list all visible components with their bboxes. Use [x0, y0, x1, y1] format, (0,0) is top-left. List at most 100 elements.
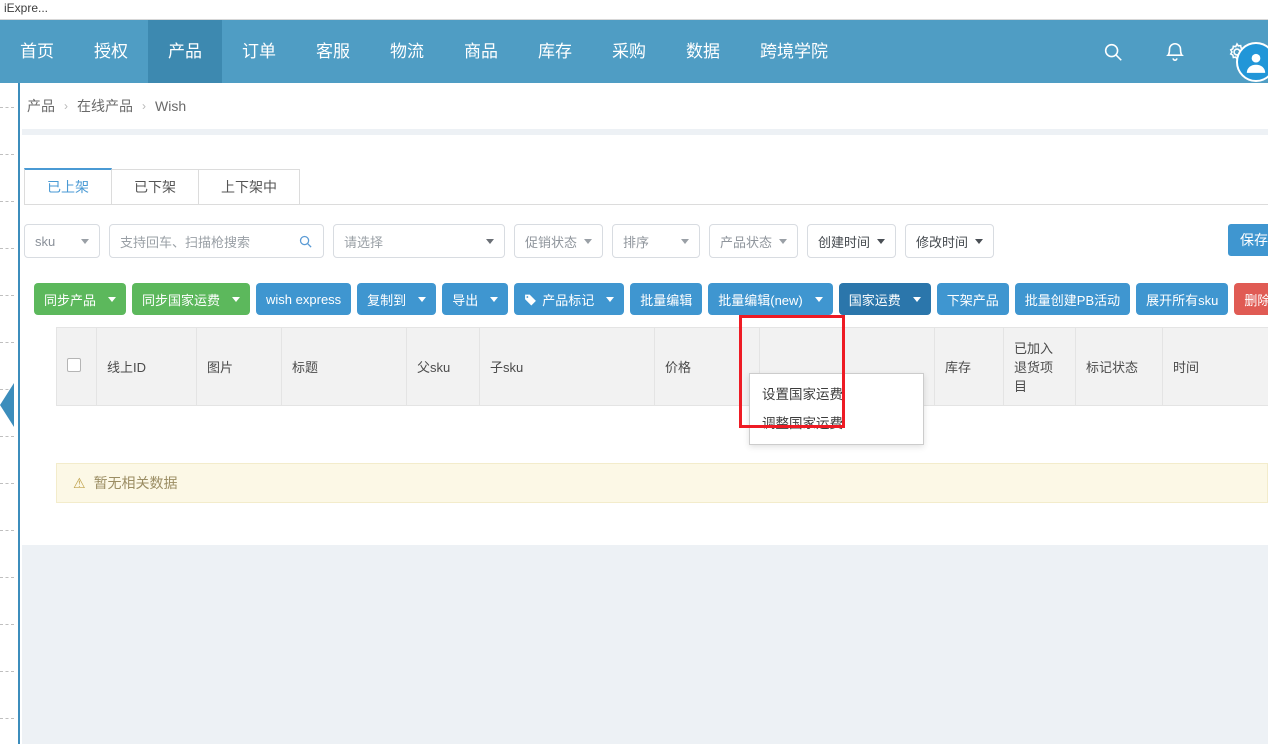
rail-dash	[0, 718, 14, 719]
chevron-down-icon	[232, 296, 241, 302]
toolbar-button-label: 复制到	[367, 292, 407, 308]
rail-dash	[0, 530, 14, 531]
modify-time-filter-label: 修改时间	[916, 234, 969, 250]
chevron-down-icon	[681, 238, 690, 244]
toolbar-button-7[interactable]: 批量编辑(new)	[708, 283, 833, 315]
sort-filter[interactable]: 排序	[612, 224, 701, 258]
search-input-placeholder: 支持回车、扫描枪搜索	[120, 234, 251, 250]
product-status-filter[interactable]: 产品状态	[709, 224, 799, 258]
table-header-cell-8: 库存	[934, 327, 1004, 406]
modify-time-filter[interactable]: 修改时间	[905, 224, 995, 258]
sidebar-collapse-arrow-icon[interactable]	[0, 383, 14, 427]
table-header-cell-4: 父sku	[406, 327, 480, 406]
nav-item-3[interactable]: 订单	[222, 20, 296, 83]
table-header-label: 价格	[665, 360, 692, 375]
toolbar-button-3[interactable]: 复制到	[357, 283, 437, 315]
nav-item-4[interactable]: 客服	[296, 20, 370, 83]
toolbar-button-1[interactable]: 同步国家运费	[132, 283, 251, 315]
search-input[interactable]: 支持回车、扫描枪搜索	[109, 224, 324, 258]
tab-2[interactable]: 上下架中	[198, 169, 300, 204]
rail-dash	[0, 671, 14, 672]
breadcrumb-item-0[interactable]: 产品	[27, 96, 55, 116]
category-select[interactable]: 请选择	[333, 224, 505, 258]
breadcrumb-item-1[interactable]: 在线产品	[77, 96, 133, 116]
chevron-down-icon	[606, 296, 615, 302]
dropdown-item-1[interactable]: 调整国家运费	[750, 409, 923, 438]
dropdown-item-0[interactable]: 设置国家运费	[750, 380, 923, 409]
search-icon[interactable]	[298, 234, 313, 249]
left-collapse-rail	[0, 83, 20, 744]
chevron-down-icon	[81, 238, 89, 244]
chevron-down-icon	[418, 296, 427, 302]
toolbar-button-8[interactable]: 国家运费	[838, 283, 931, 315]
country-shipping-dropdown-menu: 设置国家运费 调整国家运费	[749, 373, 924, 445]
chevron-down-icon	[108, 296, 117, 302]
toolbar-button-2[interactable]: wish express	[256, 283, 352, 315]
chevron-down-icon	[584, 238, 593, 244]
breadcrumb-item-2[interactable]: Wish	[155, 98, 186, 114]
toolbar-button-11[interactable]: 展开所有sku	[1136, 283, 1229, 315]
nav-item-0[interactable]: 首页	[0, 20, 74, 83]
table-header-cell-5: 子sku	[479, 327, 655, 406]
nav-item-8[interactable]: 采购	[592, 20, 666, 83]
toolbar-button-4[interactable]: 导出	[442, 283, 509, 315]
chevron-down-icon	[490, 296, 499, 302]
sort-filter-label: 排序	[623, 234, 650, 250]
toolbar-button-10[interactable]: 批量创建PB活动	[1014, 283, 1131, 315]
listing-status-tabs: 已上架 已下架 上下架中	[24, 168, 1268, 205]
tab-1[interactable]: 已下架	[111, 169, 199, 204]
nav-item-1[interactable]: 授权	[74, 20, 148, 83]
chevron-down-icon	[975, 238, 984, 244]
rail-dash	[0, 436, 14, 437]
bell-icon[interactable]	[1144, 20, 1206, 83]
nav-item-5[interactable]: 物流	[370, 20, 444, 83]
empty-state-message: ⚠ 暂无相关数据	[56, 463, 1268, 503]
toolbar-button-9[interactable]: 下架产品	[936, 283, 1009, 315]
nav-item-9[interactable]: 数据	[666, 20, 740, 83]
chevron-down-icon	[779, 238, 788, 244]
chevron-down-icon	[486, 238, 494, 244]
toolbar-button-5[interactable]: 产品标记	[514, 283, 625, 315]
action-toolbar: 同步产品 同步国家运费 wish express 复制到 导出 产品标记 批量编辑 批量编辑(…	[34, 283, 1268, 315]
create-time-filter-label: 创建时间	[818, 234, 871, 250]
rail-dash	[0, 201, 14, 202]
product-table-grid: 线上ID 图片 标题 父sku 子sku 价格 库存 已加入退货项目 标记状态 时间	[56, 327, 1268, 406]
table-header-cell-11: 时间	[1162, 327, 1268, 406]
toolbar-button-label: 批量编辑(new)	[718, 292, 803, 308]
promo-status-filter[interactable]: 促销状态	[514, 224, 604, 258]
rail-dash	[0, 295, 14, 296]
nav-item-7[interactable]: 库存	[518, 20, 592, 83]
nav-item-2[interactable]: 产品	[148, 20, 222, 83]
select-all-checkbox[interactable]	[67, 358, 81, 372]
sku-field-select-label: sku	[35, 233, 56, 249]
save-button[interactable]: 保存	[1228, 224, 1268, 256]
breadcrumb: 产品 › 在线产品 › Wish	[22, 83, 1268, 129]
toolbar-button-label: 批量编辑	[640, 292, 693, 308]
table-header-cell-3: 标题	[281, 327, 407, 406]
tab-0[interactable]: 已上架	[24, 168, 112, 204]
toolbar-button-label: 产品标记	[542, 292, 595, 308]
toolbar-button-6[interactable]: 批量编辑	[630, 283, 703, 315]
browser-tab-title[interactable]: iExpre...	[4, 1, 48, 15]
toolbar-button-0[interactable]: 同步产品	[34, 283, 127, 315]
sku-field-select[interactable]: sku	[24, 224, 100, 258]
tag-icon	[525, 294, 537, 305]
save-button-label: 保存	[1240, 232, 1268, 248]
create-time-filter[interactable]: 创建时间	[807, 224, 897, 258]
nav-item-6[interactable]: 商品	[444, 20, 518, 83]
toolbar-button-label: 同步产品	[44, 292, 97, 308]
search-icon[interactable]	[1082, 20, 1144, 83]
chevron-down-icon	[912, 296, 921, 302]
table-header-cell-0	[56, 327, 97, 406]
breadcrumb-separator: ›	[142, 99, 146, 113]
table-header-cell-10: 标记状态	[1075, 327, 1163, 406]
toolbar-button-label: 下架产品	[946, 292, 999, 308]
table-header-label: 时间	[1173, 360, 1200, 375]
breadcrumb-separator: ›	[64, 99, 68, 113]
nav-item-10[interactable]: 跨境学院	[740, 20, 848, 83]
avatar[interactable]	[1236, 42, 1268, 82]
product-table: 线上ID 图片 标题 父sku 子sku 价格 库存 已加入退货项目 标记状态 时间	[56, 327, 1268, 406]
toolbar-button-12[interactable]: 删除!	[1234, 283, 1268, 315]
table-header-cell-6: 价格	[654, 327, 760, 406]
avatar-circle[interactable]	[1236, 42, 1268, 82]
